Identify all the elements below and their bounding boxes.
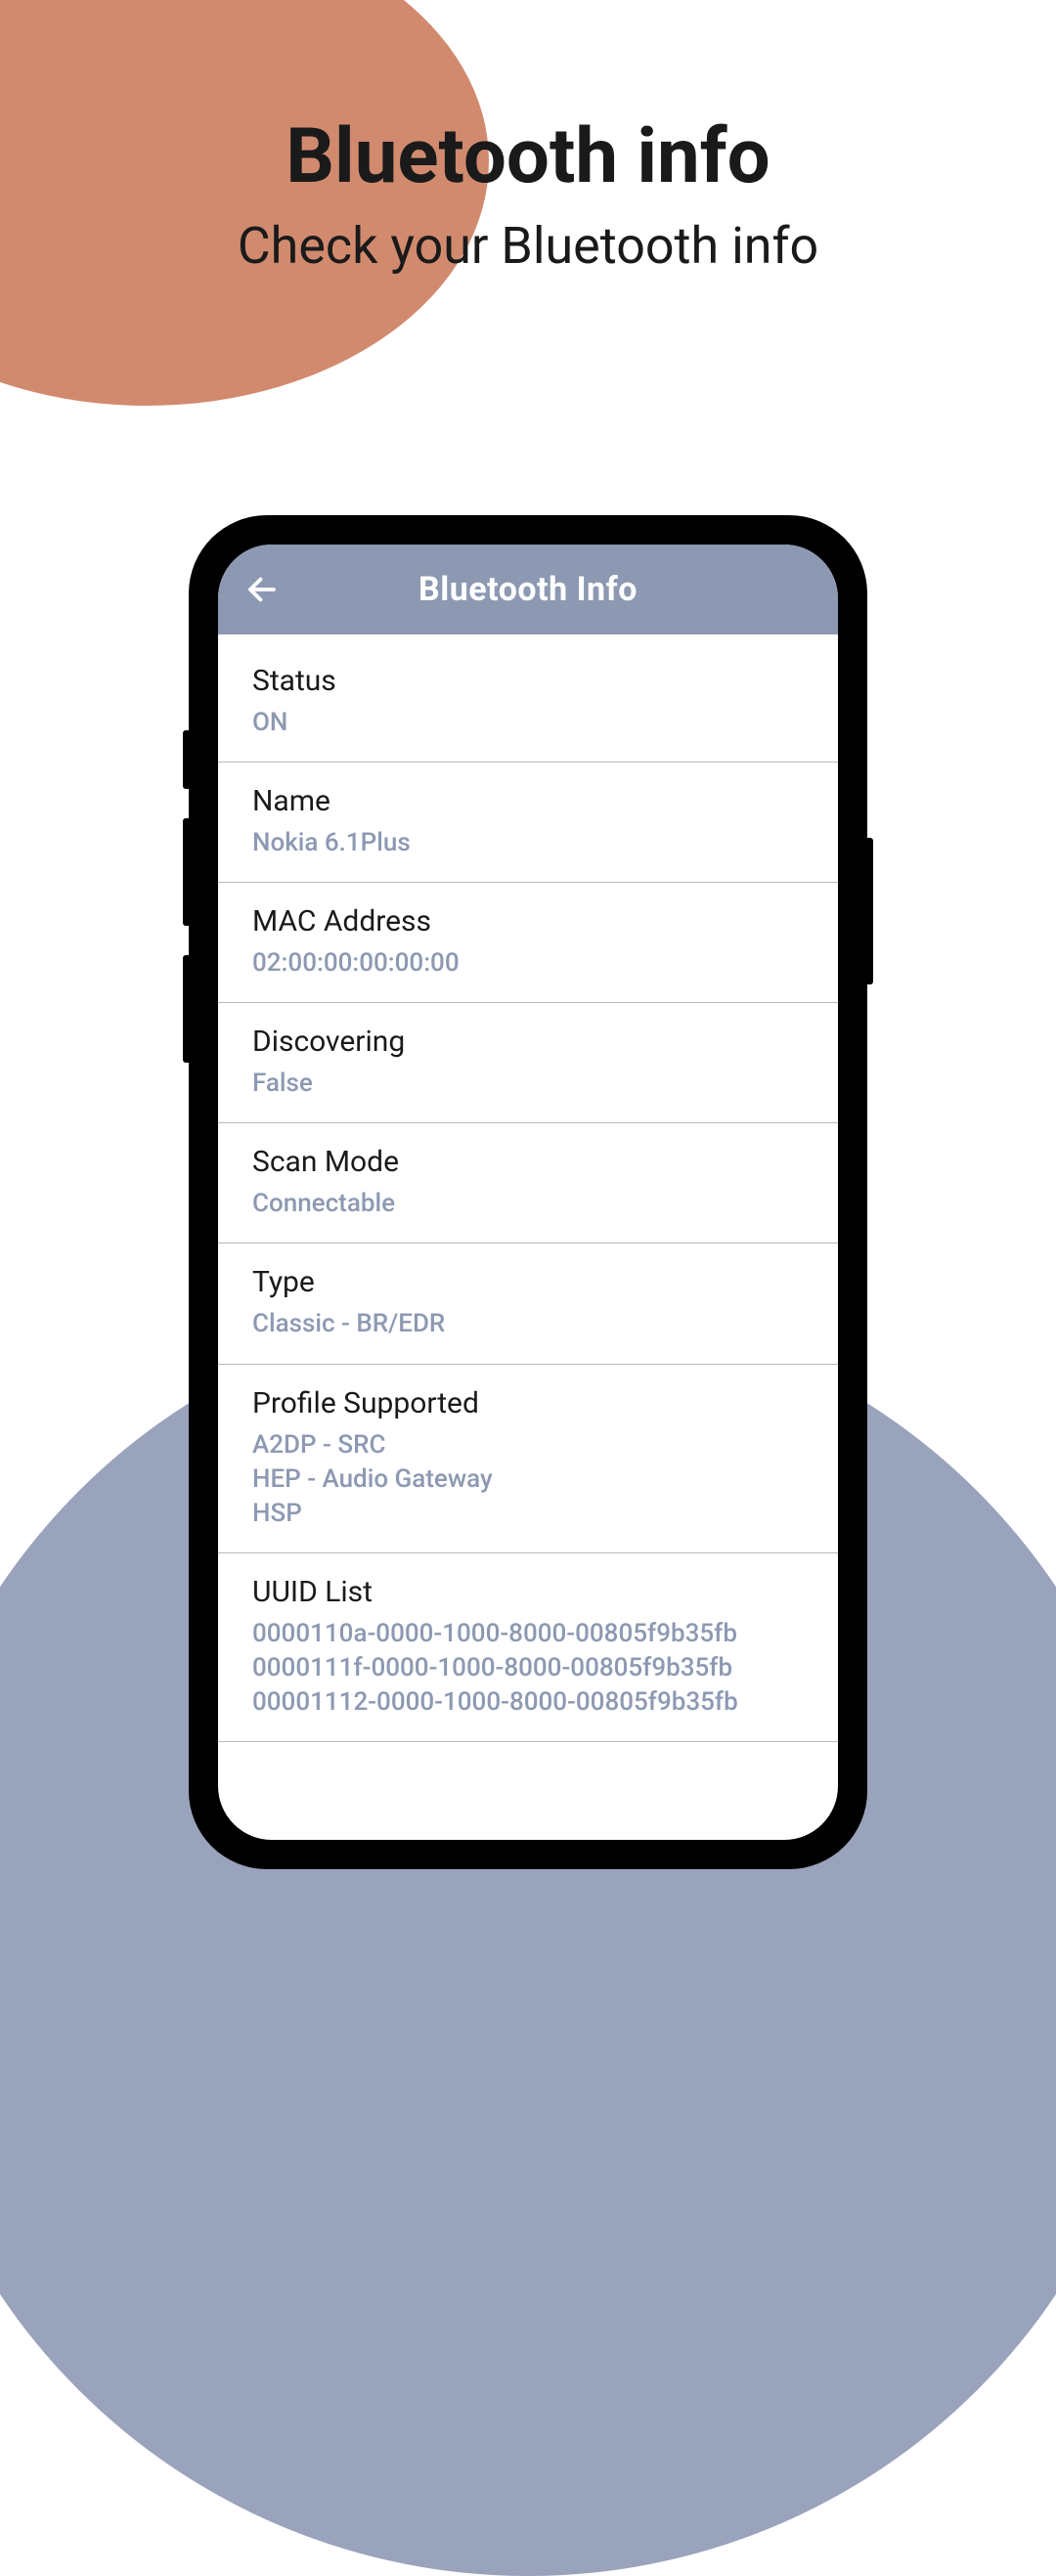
info-row-status: Status ON	[218, 634, 838, 763]
info-row-uuid-list: UUID List 0000110a-0000-1000-8000-00805f…	[218, 1553, 838, 1742]
phone-screen: Bluetooth Info Status ON Name Nokia 6.1P…	[218, 545, 838, 1840]
info-value: 02:00:00:00:00:00	[252, 946, 804, 981]
info-value: Classic - BR/EDR	[252, 1307, 804, 1341]
header-title: Bluetooth Info	[238, 570, 818, 609]
info-row-discovering: Discovering False	[218, 1003, 838, 1123]
app-header: Bluetooth Info	[218, 545, 838, 634]
info-label: Type	[252, 1265, 804, 1299]
info-label: Name	[252, 784, 804, 818]
back-button[interactable]	[242, 570, 282, 609]
info-row-profile-supported: Profile Supported A2DP - SRC HEP - Audio…	[218, 1365, 838, 1553]
info-value: 0000110a-0000-1000-8000-00805f9b35fb 000…	[252, 1617, 804, 1720]
info-label: Discovering	[252, 1025, 804, 1059]
info-label: MAC Address	[252, 904, 804, 939]
arrow-left-icon	[244, 572, 280, 607]
info-row-mac-address: MAC Address 02:00:00:00:00:00	[218, 883, 838, 1003]
page-subtitle: Check your Bluetooth info	[0, 216, 1056, 276]
phone-frame: Bluetooth Info Status ON Name Nokia 6.1P…	[189, 515, 867, 1869]
info-value: Nokia 6.1Plus	[252, 826, 804, 860]
info-label: UUID List	[252, 1575, 804, 1609]
phone-button-decor	[183, 955, 189, 1063]
info-value: A2DP - SRC HEP - Audio Gateway HSP	[252, 1428, 804, 1531]
decorative-blob-top	[0, 0, 489, 406]
info-row-name: Name Nokia 6.1Plus	[218, 763, 838, 883]
info-value: Connectable	[252, 1187, 804, 1221]
info-label: Scan Mode	[252, 1145, 804, 1179]
info-label: Status	[252, 664, 804, 698]
phone-button-decor	[867, 838, 873, 984]
page-title: Bluetooth info	[0, 112, 1056, 201]
phone-button-decor	[183, 818, 189, 926]
info-value: ON	[252, 706, 804, 740]
info-row-scan-mode: Scan Mode Connectable	[218, 1123, 838, 1244]
phone-button-decor	[183, 730, 189, 789]
info-row-type: Type Classic - BR/EDR	[218, 1244, 838, 1364]
info-value: False	[252, 1067, 804, 1101]
info-label: Profile Supported	[252, 1386, 804, 1420]
info-list: Status ON Name Nokia 6.1Plus MAC Address…	[218, 634, 838, 1742]
